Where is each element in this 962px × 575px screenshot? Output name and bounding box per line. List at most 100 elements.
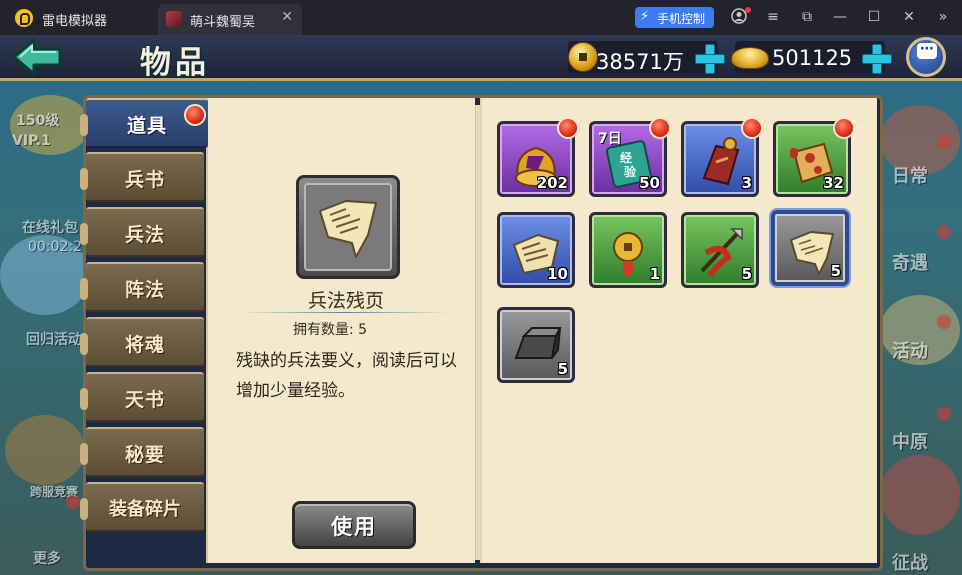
item-slot[interactable]: 5 <box>681 212 759 288</box>
notification-dot <box>649 117 671 139</box>
item-slot[interactable]: 32 <box>773 117 855 197</box>
tab-game-title: 萌斗魏蜀吴 <box>190 15 256 30</box>
tab-4[interactable]: 阵法 <box>80 262 204 312</box>
bg-online-gift-label: 在线礼包 <box>22 220 78 236</box>
phone-control-button[interactable]: ⚡ 手机控制 <box>635 7 714 28</box>
bg-notify-dot <box>66 495 80 509</box>
emulator-title-bar: 雷电模拟器 萌斗魏蜀吴 ✕ ⚡ 手机控制 ≡ ⧉ — ☐ ✕ » <box>0 0 962 35</box>
gold-counter: 501125 <box>731 41 892 74</box>
bg-daily-label: 日常 <box>892 166 928 187</box>
gold-value: 501125 <box>772 46 853 70</box>
tab-label: 装备碎片 <box>109 499 181 520</box>
item-slot[interactable]: 3 <box>681 117 763 197</box>
maximize-icon[interactable]: ☐ <box>865 8 883 26</box>
item-quantity: 1 <box>649 265 660 283</box>
user-account-icon[interactable] <box>730 7 751 26</box>
item-name: 兵法残页 <box>307 290 384 312</box>
tab-label: 阵法 <box>124 279 165 301</box>
item-slot[interactable]: 10 <box>497 212 575 288</box>
item-quantity: 50 <box>639 174 660 192</box>
iron-ingot-icon <box>508 318 564 374</box>
copper-coin-icon <box>568 42 598 72</box>
bg-notify-dot <box>937 407 951 421</box>
tab-8[interactable]: 装备碎片 <box>80 482 204 532</box>
tab-7[interactable]: 秘要 <box>80 427 204 477</box>
tab-2[interactable]: 兵书 <box>80 152 204 202</box>
tab-label: 将魂 <box>124 334 165 356</box>
spear-ribbon-icon <box>692 223 748 279</box>
notification-dot <box>557 117 579 139</box>
coin-counter: 38571万 <box>568 41 725 74</box>
emulator-app-name: 雷电模拟器 <box>42 14 108 29</box>
bg-level-label: 150级 <box>16 113 60 129</box>
item-quantity: 5 <box>830 262 841 280</box>
bg-notify-dot <box>937 315 951 329</box>
item-quantity: 5 <box>741 265 752 283</box>
item-slot[interactable]: 5 <box>497 307 575 383</box>
item-description: 残缺的兵法要义，阅读后可以增加少量经验。 <box>236 351 457 401</box>
tab-label: 天书 <box>124 389 165 411</box>
item-slot[interactable]: 1 <box>589 212 667 288</box>
notification-dot <box>833 117 855 139</box>
item-quantity: 32 <box>823 174 844 192</box>
item-badge: 7日 <box>598 131 622 147</box>
bg-campaign-label: 征战 <box>892 553 928 574</box>
item-name-underline <box>240 312 450 313</box>
minimize-icon[interactable]: — <box>831 8 849 26</box>
coin-value: 38571万 <box>596 50 684 74</box>
bg-central-plains-label: 中原 <box>892 432 928 453</box>
item-owned-count: 拥有数量: 5 <box>293 322 368 338</box>
tab-1[interactable]: 道具 <box>80 98 208 148</box>
tab-6[interactable]: 天书 <box>80 372 204 422</box>
bg-notify-dot <box>937 225 951 239</box>
page-title: 物品 <box>140 45 210 81</box>
item-quantity: 202 <box>536 174 568 192</box>
expand-sidebar-icon[interactable]: » <box>934 8 952 26</box>
item-quantity: 10 <box>547 265 568 283</box>
item-slot[interactable]: 202 <box>497 117 579 197</box>
bg-adventure-label: 奇遇 <box>892 253 928 274</box>
emulator-logo-icon <box>15 9 33 27</box>
gold-ingot-icon <box>731 47 769 69</box>
game-avatar-icon <box>166 11 182 27</box>
selected-item-slot <box>304 183 392 271</box>
bg-more-label: 更多 <box>33 551 61 567</box>
torn-page-icon <box>319 200 377 258</box>
chat-bubble-icon[interactable] <box>906 37 946 77</box>
tab-label: 兵书 <box>124 169 165 191</box>
use-item-label: 使用 <box>331 514 377 539</box>
tab-close-icon[interactable]: ✕ <box>281 9 293 25</box>
tab-label: 兵法 <box>124 224 165 246</box>
phone-control-label: 手机控制 <box>657 12 706 26</box>
back-arrow-icon[interactable] <box>12 37 64 77</box>
tab-5[interactable]: 将魂 <box>80 317 204 367</box>
tab-label: 秘要 <box>124 444 165 466</box>
item-quantity: 3 <box>741 174 752 192</box>
bg-activity-label: 活动 <box>892 341 928 362</box>
red-pouch-icon <box>692 132 748 188</box>
use-item-button[interactable]: 使用 <box>292 501 416 549</box>
svg-text:经: 经 <box>620 150 632 165</box>
tab-3[interactable]: 兵法 <box>80 207 204 257</box>
bg-return-activity-label: 回归活动 <box>26 332 82 348</box>
item-quantity: 5 <box>557 360 568 378</box>
lightning-icon: ⚡ <box>640 9 650 24</box>
selected-item-frame <box>296 175 400 279</box>
bg-vip-label: VIP.1 <box>12 133 51 149</box>
shrink-window-icon[interactable]: ⧉ <box>798 8 816 26</box>
close-window-icon[interactable]: ✕ <box>900 8 918 26</box>
notification-dot <box>184 104 206 126</box>
bg-decoration <box>880 455 960 535</box>
item-slot[interactable]: 经验 7日 50 <box>589 117 671 197</box>
add-gold-plus-icon[interactable] <box>861 43 892 74</box>
item-slot[interactable]: 5 <box>771 210 849 286</box>
svg-text:验: 验 <box>624 164 637 179</box>
add-coins-plus-icon[interactable] <box>694 43 725 74</box>
coin-pendant-icon <box>600 223 656 279</box>
game-screen: 150级 VIP.1 在线礼包 00:02:27 回归活动 跨服竞赛 更多 阵容… <box>0 35 962 575</box>
tab-game[interactable]: 萌斗魏蜀吴 ✕ <box>158 4 302 35</box>
bg-notify-dot <box>937 135 951 149</box>
notification-dot <box>741 117 763 139</box>
menu-icon[interactable]: ≡ <box>764 8 782 26</box>
bg-decoration <box>5 415 85 485</box>
